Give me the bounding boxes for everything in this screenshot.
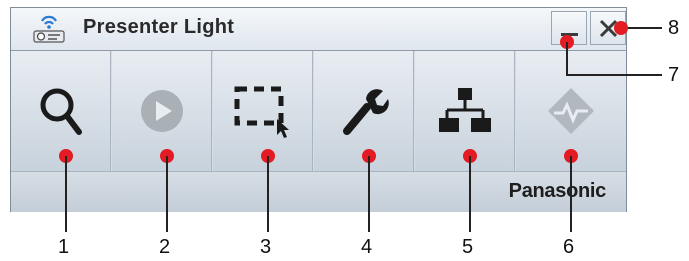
play-icon bbox=[140, 90, 183, 132]
callout-line-4 bbox=[368, 156, 370, 232]
callout-line-5 bbox=[469, 156, 471, 232]
callout-line-1 bbox=[65, 156, 67, 232]
callout-number-8: 8 bbox=[668, 17, 680, 39]
callout-number-3: 3 bbox=[260, 236, 272, 258]
callout-number-7: 7 bbox=[668, 64, 680, 86]
callout-line-8 bbox=[628, 27, 662, 29]
callout-line-3 bbox=[267, 156, 269, 232]
presenter-light-window: Presenter Light Panasonic bbox=[10, 7, 627, 212]
toolbar bbox=[11, 51, 626, 171]
callout-line-2 bbox=[166, 156, 168, 232]
callout-dot-8 bbox=[614, 21, 628, 35]
callout-number-2: 2 bbox=[159, 236, 171, 258]
area-select-icon bbox=[234, 86, 289, 138]
network-icon bbox=[438, 88, 491, 132]
window-title: Presenter Light bbox=[83, 16, 235, 38]
callout-number-5: 5 bbox=[462, 236, 474, 258]
callout-number-6: 6 bbox=[563, 236, 575, 258]
status-bar: Panasonic bbox=[11, 171, 626, 212]
callout-number-4: 4 bbox=[361, 236, 373, 258]
projector-wifi-icon bbox=[33, 15, 65, 43]
callout-line-6 bbox=[570, 156, 572, 232]
wrench-icon bbox=[342, 89, 389, 135]
callout-line-7a bbox=[566, 42, 568, 76]
callout-number-1: 1 bbox=[58, 236, 70, 258]
diamond-signal-icon bbox=[548, 88, 594, 134]
callout-line-7b bbox=[566, 74, 662, 76]
panasonic-logo: Panasonic bbox=[508, 180, 607, 202]
search-icon bbox=[40, 88, 82, 135]
title-bar[interactable]: Presenter Light bbox=[11, 8, 626, 51]
